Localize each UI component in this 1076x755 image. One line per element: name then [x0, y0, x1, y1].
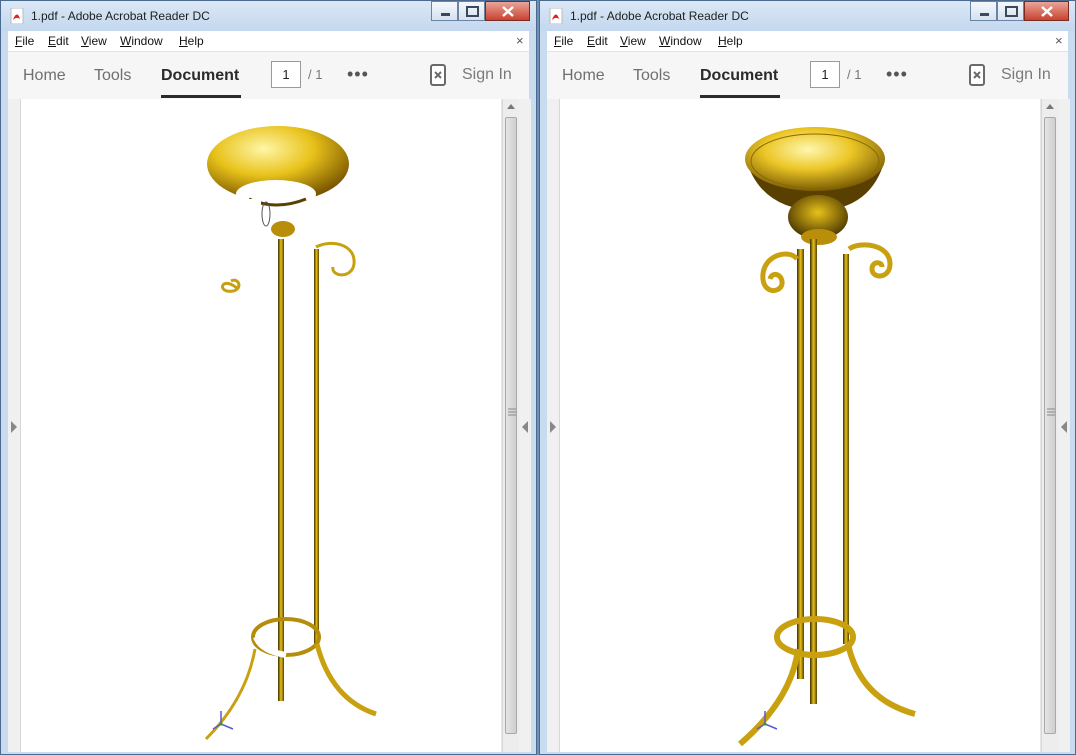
menu-edit[interactable]: Edit: [587, 34, 608, 48]
menu-view[interactable]: View: [620, 34, 646, 48]
page-number-input[interactable]: 1: [810, 61, 840, 88]
complete-3d-lamp-render: [738, 127, 916, 747]
menu-file[interactable]: File: [554, 34, 573, 48]
document-area: [547, 99, 1070, 752]
acrobat-window-left[interactable]: 1.pdf - Adobe Acrobat Reader DC File Edi…: [0, 0, 537, 755]
close-document-button[interactable]: ×: [1055, 33, 1063, 48]
title-bar[interactable]: 1.pdf - Adobe Acrobat Reader DC: [1, 1, 536, 31]
grip-icon: [1047, 408, 1055, 416]
right-panel-toggle[interactable]: [1058, 99, 1070, 752]
expand-right-icon: [1061, 421, 1067, 433]
more-options-button[interactable]: •••: [886, 64, 908, 85]
scrollbar-thumb[interactable]: [1044, 117, 1056, 734]
minimize-button[interactable]: [970, 1, 997, 21]
toolbar: Home Tools Document 1 / 1 ••• Sign In: [547, 52, 1068, 100]
menu-edit[interactable]: Edit: [48, 34, 69, 48]
menu-file[interactable]: File: [15, 34, 34, 48]
maximize-button[interactable]: [997, 1, 1024, 21]
maximize-icon: [1005, 6, 1018, 17]
tab-document[interactable]: Document: [161, 67, 239, 85]
maximize-icon: [466, 6, 479, 17]
more-options-button[interactable]: •••: [347, 64, 369, 85]
left-panel-toggle[interactable]: [8, 99, 21, 752]
sign-in-button[interactable]: Sign In: [1001, 66, 1051, 84]
window-title: 1.pdf - Adobe Acrobat Reader DC: [570, 9, 749, 23]
scroll-up-icon[interactable]: [503, 99, 519, 115]
toolbar: Home Tools Document 1 / 1 ••• Sign In: [8, 52, 529, 100]
menu-bar: File Edit View Window Help ×: [547, 31, 1068, 52]
menu-help[interactable]: Help: [718, 34, 743, 48]
close-icon: [1041, 6, 1053, 17]
minimize-button[interactable]: [431, 1, 458, 21]
close-window-button[interactable]: [1024, 1, 1069, 21]
close-window-button[interactable]: [485, 1, 530, 21]
title-bar[interactable]: 1.pdf - Adobe Acrobat Reader DC: [540, 1, 1075, 31]
tab-home[interactable]: Home: [562, 67, 605, 85]
tab-tools[interactable]: Tools: [94, 67, 131, 85]
maximize-button[interactable]: [458, 1, 485, 21]
menu-window[interactable]: Window: [120, 34, 163, 48]
pdf-page[interactable]: [21, 99, 501, 752]
incomplete-3d-lamp-render: [204, 126, 377, 741]
close-document-button[interactable]: ×: [516, 33, 524, 48]
vertical-scrollbar[interactable]: [1041, 99, 1070, 752]
sign-in-button[interactable]: Sign In: [462, 66, 512, 84]
menu-bar: File Edit View Window Help ×: [8, 31, 529, 52]
pdf-page[interactable]: [560, 99, 1040, 752]
page-total: / 1: [308, 67, 323, 82]
document-area: [8, 99, 531, 752]
expand-left-icon: [11, 421, 17, 433]
tab-document[interactable]: Document: [700, 67, 778, 85]
page-number-input[interactable]: 1: [271, 61, 301, 88]
grip-icon: [508, 408, 516, 416]
acrobat-window-right[interactable]: 1.pdf - Adobe Acrobat Reader DC File Edi…: [539, 0, 1076, 755]
tab-home[interactable]: Home: [23, 67, 66, 85]
minimize-icon: [441, 13, 450, 16]
close-icon: [502, 6, 514, 17]
left-panel-toggle[interactable]: [547, 99, 560, 752]
right-panel-toggle[interactable]: [519, 99, 531, 752]
minimize-icon: [980, 13, 989, 16]
acrobat-pdf-icon: [10, 8, 24, 24]
expand-right-icon: [522, 421, 528, 433]
window-title: 1.pdf - Adobe Acrobat Reader DC: [31, 9, 210, 23]
menu-window[interactable]: Window: [659, 34, 702, 48]
tab-tools[interactable]: Tools: [633, 67, 670, 85]
active-tab-indicator: [161, 95, 241, 98]
active-tab-indicator: [700, 95, 780, 98]
acrobat-pdf-icon: [549, 8, 563, 24]
scroll-up-icon[interactable]: [1042, 99, 1058, 115]
mobile-link-icon[interactable]: [430, 64, 446, 86]
expand-left-icon: [550, 421, 556, 433]
vertical-scrollbar[interactable]: [502, 99, 531, 752]
scrollbar-thumb[interactable]: [505, 117, 517, 734]
menu-help[interactable]: Help: [179, 34, 204, 48]
menu-view[interactable]: View: [81, 34, 107, 48]
page-total: / 1: [847, 67, 862, 82]
mobile-link-icon[interactable]: [969, 64, 985, 86]
